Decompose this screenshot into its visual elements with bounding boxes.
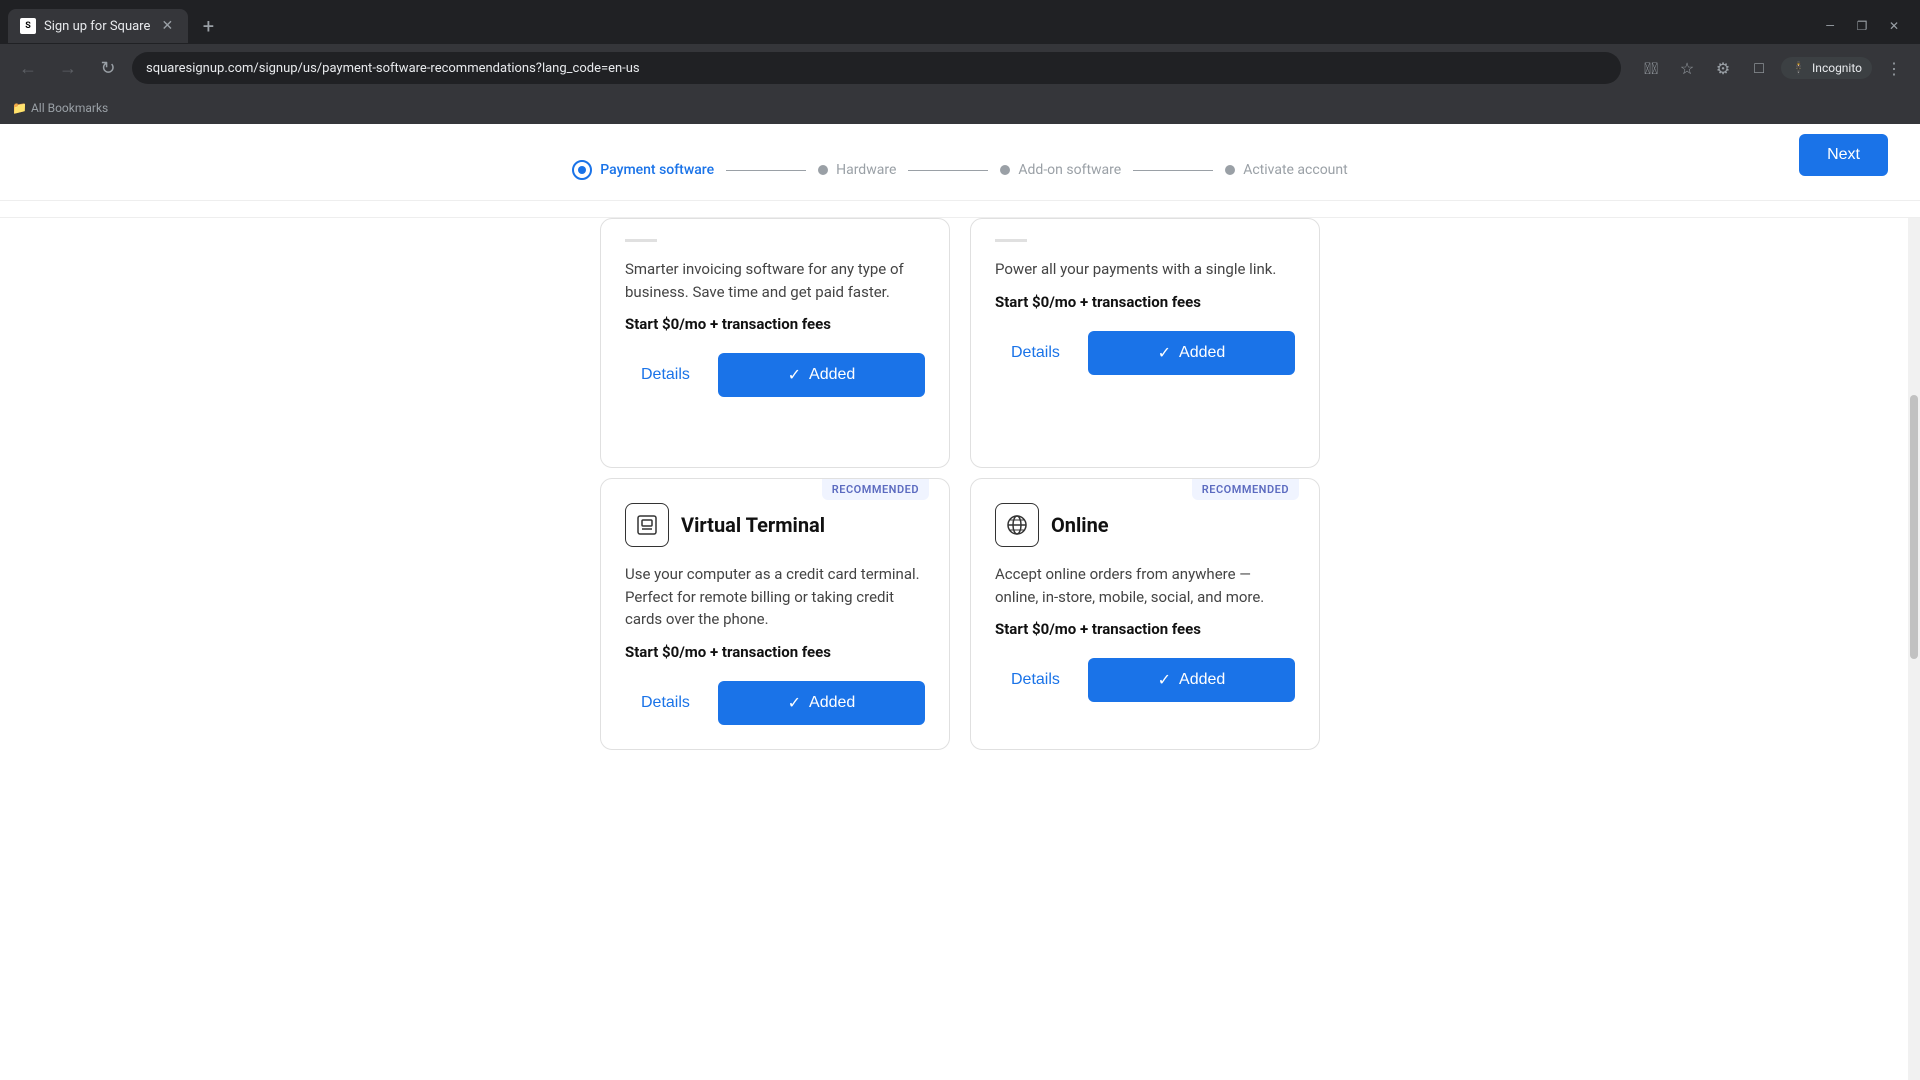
virtual-terminal-price: Start $0/mo + transaction fees bbox=[625, 643, 925, 661]
progress-bar: Payment software Hardware Add-on softwar… bbox=[0, 140, 1920, 201]
page-content: Payment software Hardware Add-on softwar… bbox=[0, 124, 1920, 1080]
online-card-header: Online bbox=[995, 503, 1295, 547]
top-card-right-added-label: Added bbox=[1179, 344, 1225, 362]
top-card-left-added-button[interactable]: ✓ Added bbox=[718, 353, 925, 397]
step-line-3 bbox=[1133, 170, 1213, 171]
maximize-button[interactable]: ❐ bbox=[1848, 12, 1876, 40]
online-icon bbox=[995, 503, 1039, 547]
top-card-right: Power all your payments with a single li… bbox=[970, 218, 1320, 468]
virtual-terminal-details-button[interactable]: Details bbox=[625, 684, 706, 722]
online-added-button[interactable]: ✓ Added bbox=[1088, 658, 1295, 702]
top-cards: Smarter invoicing software for any type … bbox=[580, 218, 1340, 468]
virtual-terminal-recommended-badge: RECOMMENDED bbox=[822, 479, 929, 500]
online-card: RECOMMENDED Online Accept online orders … bbox=[970, 478, 1320, 750]
bookmarks-bar: 📁 All Bookmarks bbox=[0, 92, 1920, 124]
toolbar: ← → ↻ squaresignup.com/signup/us/payment… bbox=[0, 44, 1920, 92]
top-card-left: Smarter invoicing software for any type … bbox=[600, 218, 950, 468]
tab-bar: S Sign up for Square ✕ + — ❐ ✕ bbox=[0, 0, 1920, 44]
window-controls: — ❐ ✕ bbox=[1816, 12, 1920, 40]
online-details-button[interactable]: Details bbox=[995, 661, 1076, 699]
cards-container: RECOMMENDED Virtual Terminal Use your co… bbox=[580, 468, 1340, 770]
profile-icon[interactable]: □ bbox=[1745, 54, 1773, 82]
checkmark-icon-top-left: ✓ bbox=[788, 365, 801, 385]
address-text: squaresignup.com/signup/us/payment-softw… bbox=[146, 61, 1607, 76]
vertical-scrollbar[interactable] bbox=[1908, 218, 1920, 1080]
online-added-label: Added bbox=[1179, 671, 1225, 689]
virtual-terminal-added-label: Added bbox=[809, 694, 855, 712]
virtual-terminal-card-header: Virtual Terminal bbox=[625, 503, 925, 547]
step2-circle bbox=[818, 165, 828, 175]
step3-circle bbox=[1000, 165, 1010, 175]
step-line-1 bbox=[726, 170, 806, 171]
top-card-right-description: Power all your payments with a single li… bbox=[995, 258, 1295, 281]
progress-step-1: Payment software bbox=[572, 160, 714, 180]
progress-step-4: Activate account bbox=[1225, 162, 1348, 178]
top-card-left-details-button[interactable]: Details bbox=[625, 356, 706, 394]
scrollbar-thumb[interactable] bbox=[1910, 395, 1918, 660]
minimize-button[interactable]: — bbox=[1816, 12, 1844, 40]
top-card-right-price: Start $0/mo + transaction fees bbox=[995, 293, 1295, 311]
content-area: Smarter invoicing software for any type … bbox=[0, 218, 1920, 1080]
tab-title: Sign up for Square bbox=[44, 19, 150, 34]
virtual-terminal-title: Virtual Terminal bbox=[681, 513, 825, 537]
virtual-terminal-description: Use your computer as a credit card termi… bbox=[625, 563, 925, 631]
tab-close-button[interactable]: ✕ bbox=[158, 17, 176, 35]
progress-section: Payment software Hardware Add-on softwar… bbox=[0, 124, 1920, 218]
step1-dot bbox=[578, 166, 586, 174]
virtual-terminal-added-button[interactable]: ✓ Added bbox=[718, 681, 925, 725]
bookmarks-label: All Bookmarks bbox=[31, 101, 108, 115]
progress-step-2: Hardware bbox=[818, 162, 896, 178]
all-bookmarks-button[interactable]: 📁 All Bookmarks bbox=[12, 101, 108, 115]
virtual-terminal-actions: Details ✓ Added bbox=[625, 681, 925, 725]
online-title: Online bbox=[1051, 513, 1109, 537]
folder-icon: 📁 bbox=[12, 101, 27, 115]
online-recommended-badge: RECOMMENDED bbox=[1192, 479, 1299, 500]
top-card-right-actions: Details ✓ Added bbox=[995, 331, 1295, 375]
online-price: Start $0/mo + transaction fees bbox=[995, 620, 1295, 638]
top-card-right-added-button[interactable]: ✓ Added bbox=[1088, 331, 1295, 375]
step1-circle bbox=[572, 160, 592, 180]
virtual-terminal-icon bbox=[625, 503, 669, 547]
close-window-button[interactable]: ✕ bbox=[1880, 12, 1908, 40]
checkmark-icon-online: ✓ bbox=[1158, 670, 1171, 690]
top-card-left-price: Start $0/mo + transaction fees bbox=[625, 315, 925, 333]
forward-button[interactable]: → bbox=[52, 52, 84, 84]
bookmark-icon[interactable]: ☆ bbox=[1673, 54, 1701, 82]
top-card-left-added-label: Added bbox=[809, 366, 855, 384]
online-description: Accept online orders from anywhere — onl… bbox=[995, 563, 1295, 608]
menu-button[interactable]: ⋮ bbox=[1880, 54, 1908, 82]
toolbar-icons: 👁̸ ☆ ⚙ □ 🕴 Incognito ⋮ bbox=[1637, 54, 1908, 82]
step4-circle bbox=[1225, 165, 1235, 175]
extension-icon[interactable]: ⚙ bbox=[1709, 54, 1737, 82]
top-card-left-actions: Details ✓ Added bbox=[625, 353, 925, 397]
reload-button[interactable]: ↻ bbox=[92, 52, 124, 84]
checkmark-icon-vt: ✓ bbox=[788, 693, 801, 713]
step4-label: Activate account bbox=[1243, 162, 1348, 178]
address-bar[interactable]: squaresignup.com/signup/us/payment-softw… bbox=[132, 52, 1621, 84]
tab-favicon: S bbox=[20, 18, 36, 34]
browser-chrome: S Sign up for Square ✕ + — ❐ ✕ ← → ↻ squ… bbox=[0, 0, 1920, 124]
active-tab[interactable]: S Sign up for Square ✕ bbox=[8, 9, 188, 43]
step-line-2 bbox=[908, 170, 988, 171]
step2-label: Hardware bbox=[836, 162, 896, 178]
top-card-right-details-button[interactable]: Details bbox=[995, 334, 1076, 372]
top-card-left-description: Smarter invoicing software for any type … bbox=[625, 258, 925, 303]
progress-step-3: Add-on software bbox=[1000, 162, 1121, 178]
favicon-icon: S bbox=[25, 21, 31, 31]
eye-off-icon[interactable]: 👁̸ bbox=[1637, 54, 1665, 82]
incognito-icon: 🕴 bbox=[1791, 61, 1806, 75]
card-top-indicator-right bbox=[995, 239, 1027, 242]
new-tab-button[interactable]: + bbox=[194, 12, 222, 40]
step1-label: Payment software bbox=[600, 162, 714, 178]
step3-label: Add-on software bbox=[1018, 162, 1121, 178]
incognito-badge: 🕴 Incognito bbox=[1781, 57, 1872, 79]
incognito-label: Incognito bbox=[1812, 61, 1862, 75]
virtual-terminal-card: RECOMMENDED Virtual Terminal Use your co… bbox=[600, 478, 950, 750]
card-top-indicator bbox=[625, 239, 657, 242]
online-actions: Details ✓ Added bbox=[995, 658, 1295, 702]
checkmark-icon-top-right: ✓ bbox=[1158, 343, 1171, 363]
tab-group: S Sign up for Square ✕ + bbox=[8, 9, 222, 43]
next-button[interactable]: Next bbox=[1799, 134, 1888, 176]
back-button[interactable]: ← bbox=[12, 52, 44, 84]
